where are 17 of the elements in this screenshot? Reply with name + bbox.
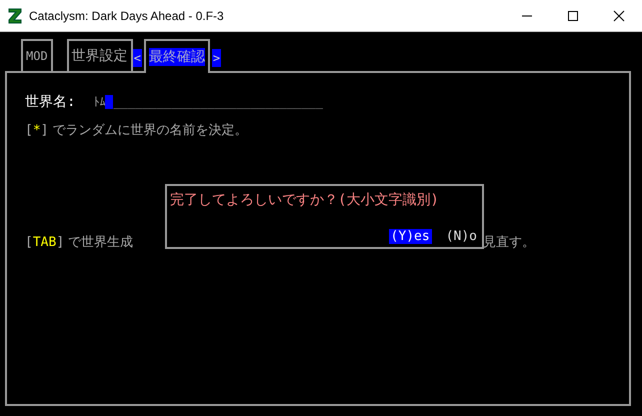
window-title: Cataclysm: Dark Days Ahead - 0.F-3 bbox=[29, 8, 224, 22]
key-hint: [*] bbox=[25, 123, 48, 138]
hint-text: で世界生成 bbox=[68, 234, 134, 251]
close-icon[interactable] bbox=[613, 10, 625, 22]
dialog-option[interactable]: (Y)es bbox=[388, 229, 432, 244]
maximize-icon[interactable] bbox=[567, 10, 579, 22]
tab[interactable]: 世界設定 bbox=[66, 39, 133, 71]
world-name-label: 世界名: bbox=[25, 93, 76, 111]
dialog-message: 完了してよろしいですか？(大小文字識別) bbox=[170, 191, 440, 209]
dialog-option[interactable]: (N)o bbox=[444, 229, 479, 244]
tab[interactable]: 最終確認 bbox=[144, 39, 210, 73]
tab[interactable]: MOD bbox=[21, 39, 53, 71]
app-icon bbox=[8, 8, 22, 24]
key-hint: [TAB] bbox=[25, 235, 64, 250]
hint-text: でランダムに世界の名前を決定。 bbox=[52, 122, 248, 139]
world-name-field[interactable]: ﾄﾑ _____________________________ bbox=[93, 95, 323, 109]
hint-text: 見直す。 bbox=[483, 234, 536, 251]
